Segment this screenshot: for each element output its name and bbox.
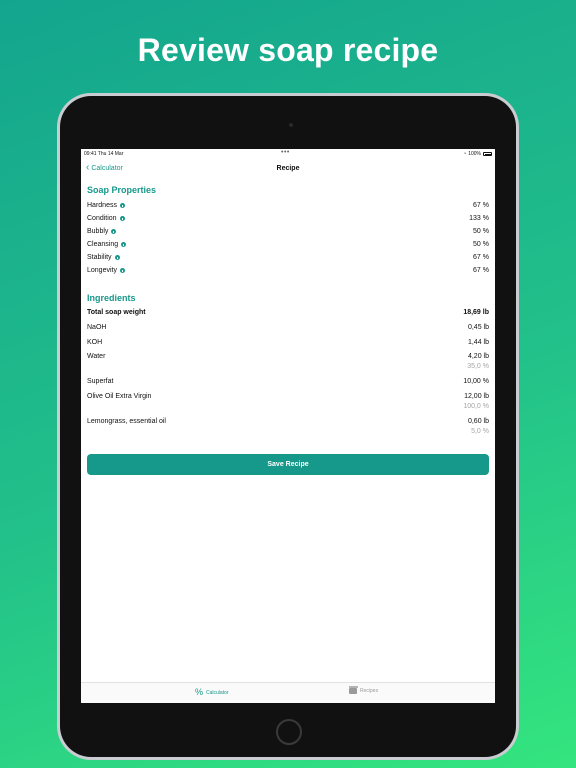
tab-bar: % Calculator Recipes [81, 682, 495, 703]
property-label: Cleansing [87, 241, 119, 248]
percent-icon: % [195, 687, 204, 697]
ingredients-title: Ingredients [87, 293, 136, 303]
property-value: 67 % [473, 267, 489, 274]
ingredient-row-lemongrass: Lemongrass, essential oil 0,60 lb 5,0 % [87, 418, 489, 435]
soap-properties-title: Soap Properties [87, 185, 157, 195]
ingredient-label: Lemongrass, essential oil [87, 418, 166, 425]
ingredient-row-total: Total soap weight 18,69 lb [87, 309, 489, 321]
ingredient-label: Water [87, 353, 106, 360]
tab-label: Recipes [360, 688, 379, 694]
info-icon[interactable] [121, 242, 127, 247]
ingredient-label: NaOH [87, 324, 107, 331]
headline: Review soap recipe [137, 32, 439, 68]
ingredient-row-koh: KOH 1,44 lb [87, 339, 489, 351]
ingredient-percent: 100,0 % [463, 403, 489, 410]
info-icon[interactable] [111, 229, 117, 234]
info-icon[interactable] [119, 203, 125, 208]
ingredient-row-naoh: NaOH 0,45 lb [87, 324, 489, 336]
property-value: 67 % [473, 254, 489, 261]
property-row-longevity: Longevity 67 % [87, 267, 489, 279]
property-label: Longevity [87, 267, 117, 274]
wifi-icon: ◔ [463, 151, 467, 157]
tab-label: Calculator [206, 689, 229, 696]
multitask-dots-icon[interactable]: ••• [281, 149, 290, 156]
info-icon[interactable] [114, 255, 120, 260]
property-value: 50 % [473, 228, 489, 235]
property-label: Hardness [87, 202, 117, 209]
nav-bar: ‹ Calculator Recipe [81, 161, 495, 177]
ingredient-row-olive-oil: Olive Oil Extra Virgin 12,00 lb 100,0 % [87, 393, 489, 410]
app-screen: 09:41 Thu 14 Mar ••• ◔ 100% ‹ Calculator… [81, 149, 495, 703]
info-icon[interactable] [119, 268, 125, 273]
ingredient-label: Total soap weight [87, 309, 146, 316]
tab-calculator[interactable]: % Calculator [195, 688, 229, 697]
ingredient-label: KOH [87, 339, 103, 346]
property-row-cleansing: Cleansing 50 % [87, 241, 489, 253]
ingredient-percent: 5,0 % [471, 428, 489, 435]
property-row-hardness: Hardness 67 % [87, 202, 489, 214]
page-title: Recipe [276, 165, 300, 172]
save-recipe-button[interactable]: Save Recipe [87, 454, 489, 475]
status-time: 09:41 Thu 14 Mar [84, 151, 124, 157]
property-value: 133 % [469, 215, 489, 222]
status-right: ◔ 100% [463, 151, 492, 157]
info-icon[interactable] [119, 216, 125, 221]
ingredient-value: 1,44 lb [467, 339, 489, 346]
ingredient-label: Superfat [87, 378, 114, 385]
ingredient-value: 12,00 lb [464, 393, 489, 400]
ingredient-row-superfat: Superfat 10,00 % [87, 378, 489, 390]
property-label: Condition [87, 215, 117, 222]
camera [289, 123, 293, 127]
property-value: 50 % [473, 241, 489, 248]
ingredient-value: 10,00 % [463, 378, 489, 385]
ingredient-value: 18,69 lb [463, 309, 489, 316]
battery-percent: 100% [468, 151, 481, 157]
ingredient-value: 0,45 lb [467, 324, 489, 331]
ingredient-row-water: Water 4,20 lb 35,0 % [87, 353, 489, 370]
ingredient-percent: 35,0 % [467, 363, 489, 370]
property-value: 67 % [473, 202, 489, 209]
ingredient-value: 0,60 lb [467, 418, 489, 425]
ingredient-label: Olive Oil Extra Virgin [87, 393, 152, 400]
property-label: Bubbly [87, 228, 109, 235]
archive-box-icon [348, 686, 358, 694]
property-row-condition: Condition 133 % [87, 215, 489, 227]
property-row-stability: Stability 67 % [87, 254, 489, 266]
home-button[interactable] [276, 719, 302, 745]
property-label: Stability [87, 254, 112, 261]
ingredient-value: 4,20 lb [467, 353, 489, 360]
status-bar: 09:41 Thu 14 Mar ••• ◔ 100% [81, 149, 495, 159]
battery-icon [483, 152, 492, 156]
tab-recipes[interactable]: Recipes [348, 686, 379, 694]
property-row-bubbly: Bubbly 50 % [87, 228, 489, 240]
